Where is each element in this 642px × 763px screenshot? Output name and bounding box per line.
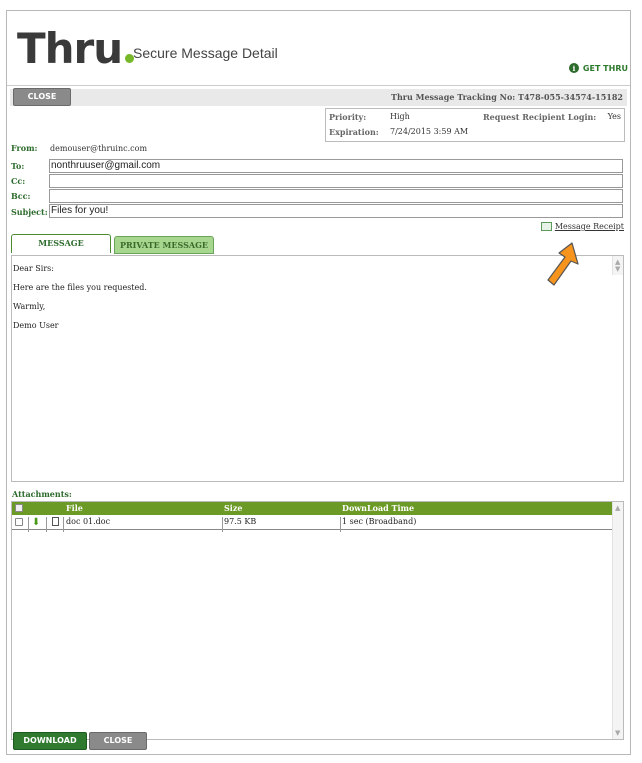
to-field[interactable]: nonthruuser@gmail.com (49, 159, 623, 173)
row-checkbox[interactable] (15, 518, 23, 526)
recipient-login-label: Request Recipient Login: (483, 112, 597, 122)
thru-logo: Thru (17, 25, 135, 73)
from-label: From: (11, 143, 38, 153)
scroll-down-icon[interactable]: ▼ (615, 265, 620, 273)
close-button-top[interactable]: CLOSE (13, 88, 71, 106)
toolbar: CLOSE Thru Message Tracking No: T478-055… (10, 88, 627, 106)
attachments-scrollbar[interactable]: ▲ ▼ (612, 502, 623, 739)
page-header: Thru Secure Message Detail i GET THRU (7, 11, 630, 86)
from-value: demouser@thruinc.com (50, 144, 148, 153)
scroll-up-icon[interactable]: ▲ (615, 504, 620, 512)
priority-label: Priority: (329, 112, 367, 122)
expiration-value: 7/24/2015 3:59 AM (390, 127, 469, 136)
page-title: Secure Message Detail (133, 45, 278, 61)
message-line: Here are the files you requested. (13, 283, 147, 292)
message-receipt-link[interactable]: Message Receipt (540, 222, 624, 231)
priority-value: High (390, 112, 410, 121)
secure-message-window: Thru Secure Message Detail i GET THRU CL… (6, 10, 631, 755)
attachment-file-name[interactable]: doc 01.doc (66, 517, 110, 526)
get-thru-link[interactable]: i GET THRU (568, 63, 628, 73)
message-meta-box: Priority: High Request Recipient Login: … (325, 108, 625, 142)
to-label: To: (11, 161, 25, 171)
subject-field[interactable]: Files for you! (49, 204, 623, 218)
cc-label: Cc: (11, 176, 26, 186)
recipient-login-value: Yes (607, 112, 621, 121)
download-arrow-icon[interactable]: ⬇ (32, 517, 40, 528)
info-icon: i (568, 63, 579, 73)
get-thru-label: GET THRU (582, 63, 628, 73)
table-row[interactable]: ⬇ doc 01.doc 97.5 KB 1 sec (Broadband) (12, 515, 614, 532)
message-line: Warmly, (13, 302, 46, 311)
message-receipt-label: Message Receipt (554, 222, 624, 231)
message-line: Demo User (13, 321, 59, 330)
highlight-arrow-icon (547, 242, 579, 286)
attachments-label: Attachments: (12, 489, 72, 499)
select-all-checkbox[interactable] (15, 504, 23, 512)
expiration-label: Expiration: (329, 127, 379, 137)
tracking-number: Thru Message Tracking No: T478-055-34574… (391, 92, 623, 102)
document-icon (52, 517, 59, 526)
subject-label: Subject: (11, 207, 48, 217)
message-scrollbar[interactable]: ▲ ▼ (612, 256, 623, 275)
close-button-bottom[interactable]: CLOSE (89, 732, 147, 750)
attachment-download-time: 1 sec (Broadband) (342, 517, 417, 526)
column-header-download-time: DownLoad Time (342, 503, 415, 513)
message-line: Dear Sirs: (13, 264, 54, 273)
attachments-table: File Size DownLoad Time ⬇ doc 01.doc 97.… (11, 501, 624, 740)
scroll-down-icon[interactable]: ▼ (615, 729, 620, 737)
attachments-header-row: File Size DownLoad Time (12, 502, 614, 515)
envelope-icon (540, 222, 552, 231)
tab-message[interactable]: MESSAGE (11, 234, 111, 253)
message-body[interactable]: Dear Sirs: Here are the files you reques… (11, 255, 624, 482)
tab-private-message[interactable]: PRIVATE MESSAGE (114, 236, 214, 254)
bcc-field[interactable] (49, 189, 623, 203)
column-header-file: File (66, 503, 83, 513)
bcc-label: Bcc: (11, 191, 31, 201)
cc-field[interactable] (49, 174, 623, 188)
attachment-size: 97.5 KB (224, 517, 257, 526)
download-button[interactable]: DOWNLOAD (13, 732, 87, 750)
column-header-size: Size (224, 503, 243, 513)
